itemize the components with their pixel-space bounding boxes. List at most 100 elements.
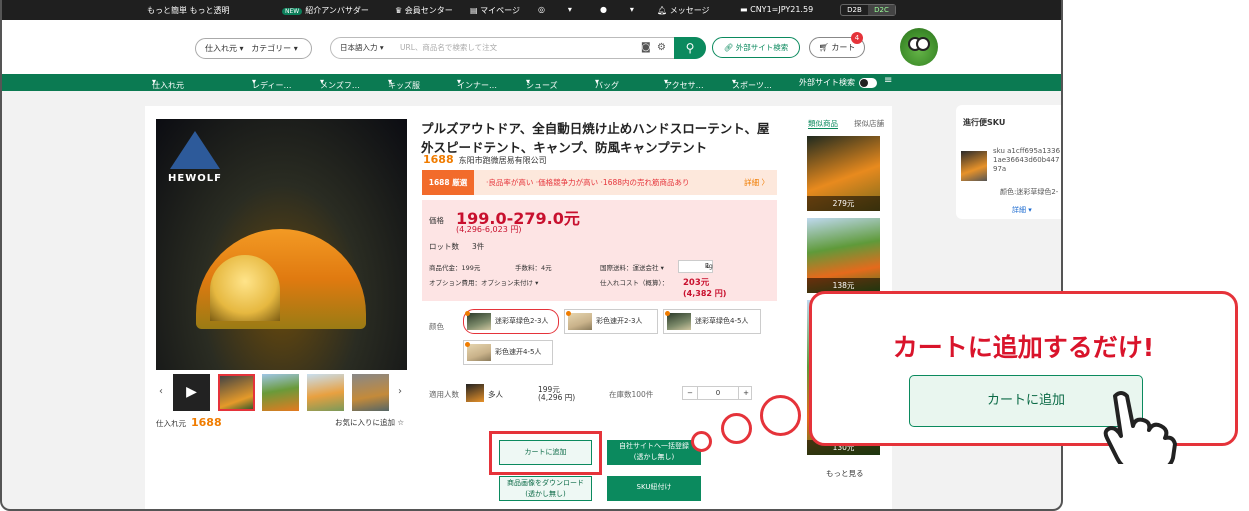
- thumbnail[interactable]: [352, 374, 389, 411]
- messages-link[interactable]: 🔔︎ メッセージ: [657, 5, 710, 16]
- cart-icon: 🛒︎: [818, 43, 829, 52]
- category-nav: 仕入れ元 ▾ レディー… ▾ メンズフ… ▾ キッズ服 ▾ インナー… ▾ シュ…: [2, 74, 1061, 91]
- nav-item-inner[interactable]: インナー… ▾: [457, 77, 497, 90]
- promo-detail-link[interactable]: 詳細 〉: [744, 170, 769, 195]
- sku-option[interactable]: 迷彩草绿色2-3人: [463, 309, 559, 334]
- menu-icon[interactable]: ≡: [884, 75, 892, 86]
- nav-item-bags[interactable]: バッグ ▾: [595, 77, 619, 90]
- avatar[interactable]: [900, 28, 938, 66]
- referral-link[interactable]: NEW 紹介アンバサダー: [282, 5, 369, 16]
- nav-label: アクセサ…: [664, 81, 704, 90]
- option-dot: [566, 311, 571, 316]
- rate-label: CNY1=JPY21.59: [750, 5, 814, 14]
- shipping-select[interactable]: 国際送料：運送会社 ▾: [600, 262, 664, 272]
- related-price: 279元: [807, 196, 880, 211]
- supplier-category-select[interactable]: 仕入れ元 ▾ カテゴリー ▾: [195, 38, 312, 59]
- price-label: 価格: [429, 216, 444, 225]
- mode-d2b[interactable]: D2B: [841, 5, 868, 15]
- favorite-link[interactable]: お気に入りに追加 ☆: [335, 417, 404, 428]
- messages-label: メッセージ: [669, 6, 710, 15]
- nav-item-accessory[interactable]: アクセサ… ▾: [664, 77, 704, 90]
- people-label: 適用人数: [429, 390, 459, 399]
- search-button[interactable]: ⚲: [674, 37, 706, 59]
- membership-link[interactable]: ♛ 会員センター: [395, 5, 453, 16]
- mode-switch[interactable]: D2B D2C: [840, 4, 896, 16]
- membership-label: 会員センター: [404, 6, 453, 15]
- option-thumb: [667, 313, 691, 330]
- handling-fee: 手数料：4元: [515, 264, 552, 272]
- account-select[interactable]: ● ▾: [600, 5, 634, 14]
- top-bar: もっと簡単 もっと透明 NEW 紹介アンバサダー ♛ 会員センター ▤ マイページ…: [2, 0, 1061, 20]
- option-dot: [665, 311, 670, 316]
- goods-fee: 商品代金：199元: [429, 264, 481, 272]
- shop-label: 东阳市跑微居易有限公司: [458, 156, 547, 165]
- brand-logo: HEWOLF: [168, 173, 222, 184]
- tab-similar[interactable]: 類似商品: [808, 119, 838, 129]
- thumbnail-strip: ‹ ▶ ›: [156, 374, 407, 412]
- download-images-button[interactable]: 商品画像をダウンロード (透かし無し): [499, 476, 592, 501]
- video-thumb[interactable]: ▶: [173, 374, 210, 411]
- thumbnail[interactable]: [218, 374, 255, 411]
- external-search-toggle[interactable]: [859, 78, 877, 88]
- search-input[interactable]: URL、商品名で検索して注文: [400, 38, 497, 58]
- sku-option[interactable]: 迷彩草绿色4-5人: [663, 309, 761, 334]
- mode-d2c[interactable]: D2C: [868, 5, 895, 15]
- related-item[interactable]: 279元: [807, 136, 880, 211]
- nav-item-sports[interactable]: スポーツ… ▾: [732, 77, 772, 90]
- related-tabs: 類似商品 探似店舗: [808, 118, 884, 129]
- region-select[interactable]: ◎ ▾: [538, 5, 572, 14]
- option-thumb: [467, 344, 491, 361]
- new-badge: NEW: [282, 8, 303, 15]
- option-fee-select[interactable]: オプション費用：オプション未付け ▾: [429, 277, 538, 287]
- category-select[interactable]: カテゴリー: [251, 44, 291, 53]
- exchange-rate: ▬ CNY1=JPY21.59: [740, 5, 814, 14]
- shop-name[interactable]: 1688 东阳市跑微居易有限公司: [423, 153, 547, 166]
- nav-item-external[interactable]: 外部サイト検索: [799, 77, 855, 88]
- product-main-image[interactable]: HEWOLF: [156, 119, 407, 370]
- nav-item-kids[interactable]: キッズ服 ▾: [388, 77, 420, 90]
- sku-option[interactable]: 彩色速开4-5人: [463, 340, 553, 365]
- nav-item-shoes[interactable]: シューズ ▾: [526, 77, 558, 90]
- related-item[interactable]: 138元: [807, 218, 880, 293]
- external-search-button[interactable]: 🔗︎ 外部サイト検索: [712, 37, 800, 58]
- supplier-info: 仕入れ元 1688: [156, 416, 222, 429]
- sku-detail-link[interactable]: 詳細 ▾: [1012, 205, 1032, 215]
- more-link[interactable]: もっと見る: [826, 468, 864, 479]
- thumb-next-icon[interactable]: ›: [398, 386, 402, 397]
- search-icon: ⚲: [685, 41, 695, 55]
- nav-item-ladies[interactable]: レディー… ▾: [252, 77, 291, 90]
- quantity-stepper[interactable]: − 0 +: [682, 386, 752, 400]
- plus-button[interactable]: +: [739, 387, 753, 399]
- camera-icon[interactable]: ◙: [641, 38, 651, 58]
- supplier-select[interactable]: 仕入れ元: [205, 44, 237, 53]
- nav-label: シューズ: [526, 81, 558, 90]
- stock-count: 在庫数100件: [609, 390, 654, 399]
- unit-price-yen: (4,296 円): [538, 393, 576, 402]
- price-yen: (4,296-6,023 円): [456, 225, 522, 234]
- option-label: 彩色速开2-3人: [596, 317, 643, 325]
- nav-item-mens[interactable]: メンズフ… ▾: [320, 77, 360, 90]
- quantity-input[interactable]: 0: [697, 387, 739, 399]
- search-bar[interactable]: 日本語入力 ▾ URL、商品名で検索して注文 ◙ ⚙ ⚲: [330, 37, 706, 59]
- sku-panel: 進行便SKU sku a1cff695a1336 1ae36643d60b447…: [956, 105, 1061, 219]
- mypage-link[interactable]: ▤ マイページ: [470, 5, 520, 16]
- thumbnail[interactable]: [262, 374, 299, 411]
- tab-store[interactable]: 探似店舗: [854, 119, 884, 128]
- cart-label: カート: [831, 43, 856, 52]
- nav-label: 仕入れ元: [152, 81, 184, 90]
- nav-item-supplier[interactable]: 仕入れ元 ▾: [152, 77, 184, 90]
- sku-link-button[interactable]: SKU紐付け: [607, 476, 701, 501]
- sku-option[interactable]: 彩色速开2-3人: [564, 309, 658, 334]
- search-lang-label: 日本語入力: [340, 43, 378, 52]
- add-to-cart-button[interactable]: カートに追加: [499, 440, 592, 465]
- hand-pointer-icon: [1103, 391, 1177, 464]
- minus-button[interactable]: −: [683, 387, 697, 399]
- option-label: 迷彩草绿色2-3人: [495, 317, 549, 325]
- weight-unit: kg: [705, 262, 713, 270]
- search-lang-select[interactable]: 日本語入力 ▾: [340, 38, 384, 58]
- moq-value: 3件: [472, 242, 485, 251]
- filter-icon[interactable]: ⚙: [657, 38, 666, 58]
- own-site-register-button[interactable]: 自社サイトへ一括登録 (透かし無し): [607, 440, 701, 465]
- thumbnail[interactable]: [307, 374, 344, 411]
- thumb-prev-icon[interactable]: ‹: [159, 386, 163, 397]
